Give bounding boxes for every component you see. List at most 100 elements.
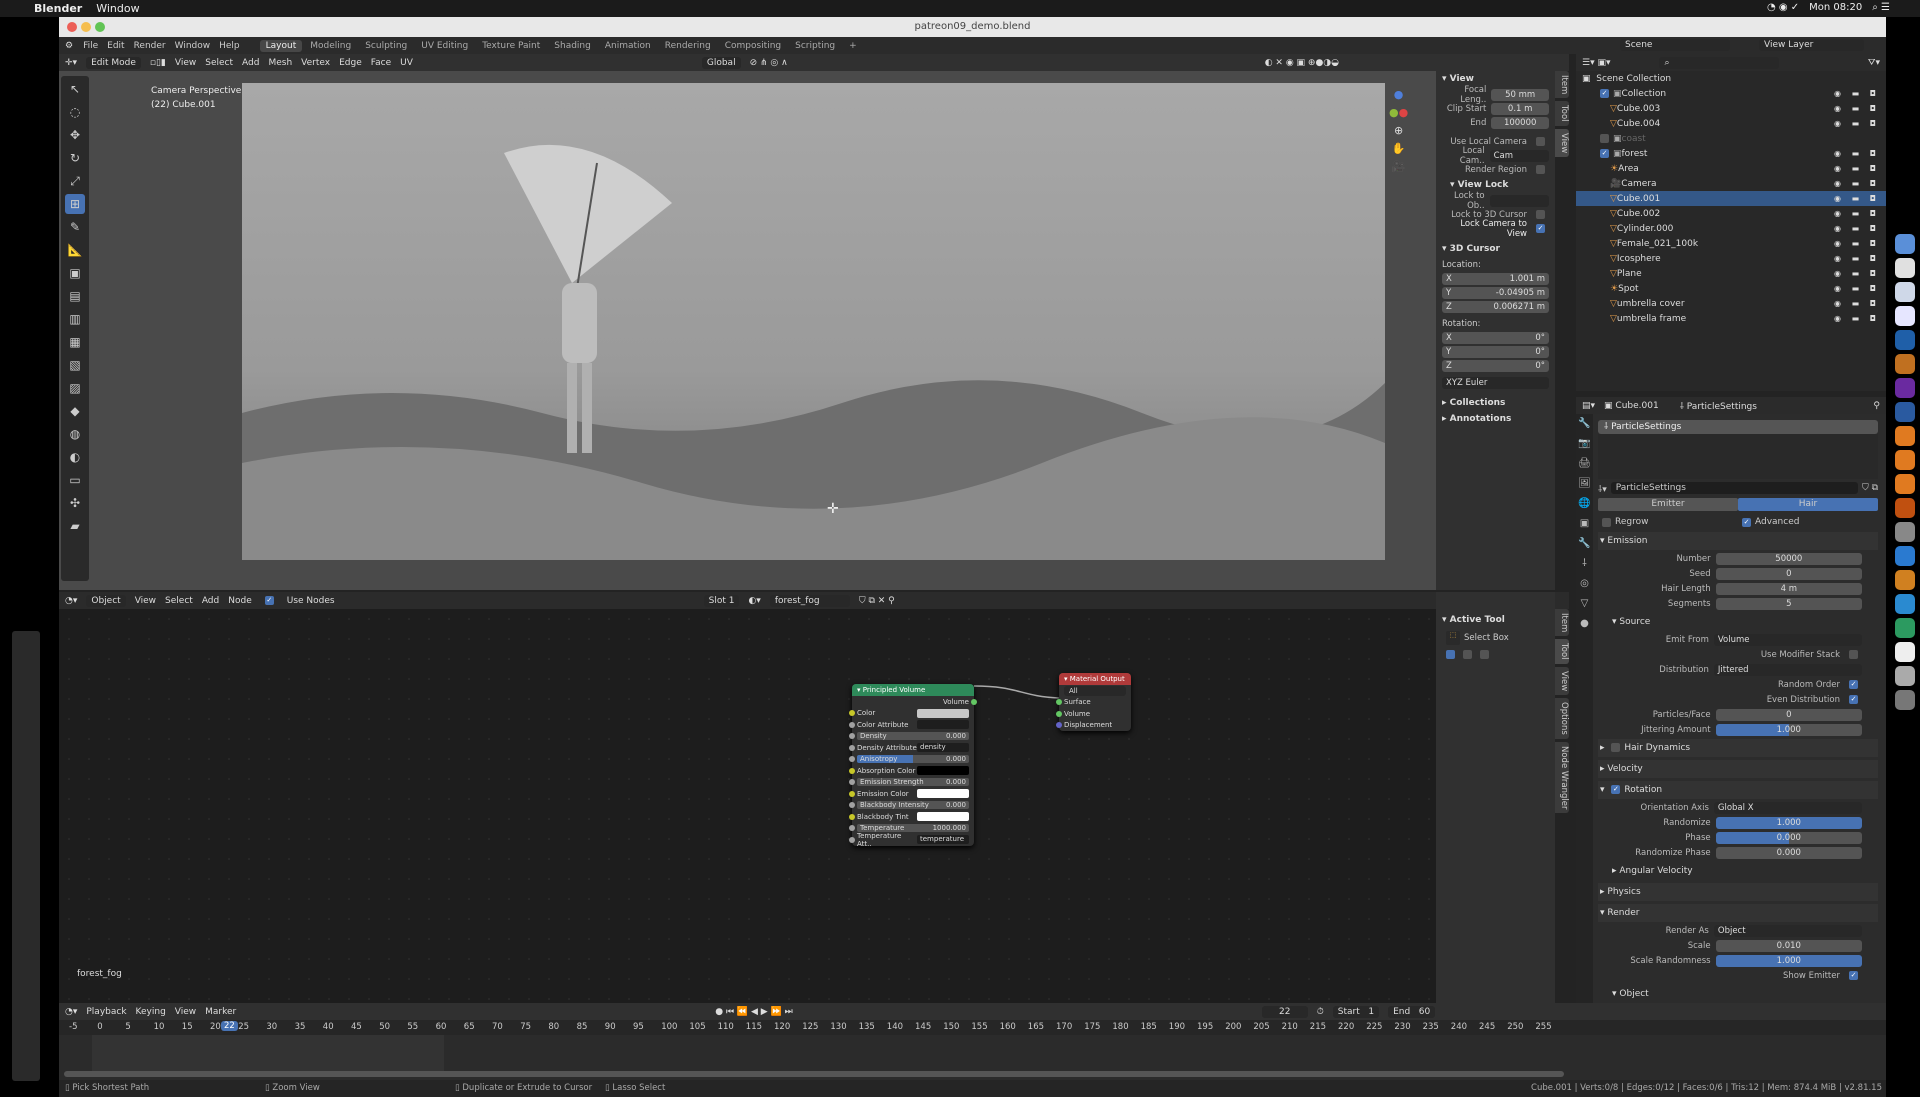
editor-type-icon[interactable]: ◔▾ bbox=[65, 1007, 77, 1017]
section-header-physics[interactable]: ▸ Physics bbox=[1598, 883, 1878, 901]
current-frame-indicator[interactable]: 22 bbox=[221, 1021, 238, 1031]
input-socket[interactable] bbox=[849, 767, 855, 774]
search-icon[interactable]: ⌕ ☰ bbox=[1872, 2, 1890, 13]
node-input-row[interactable]: Temperature Att.. temperature bbox=[849, 832, 974, 848]
window-menu[interactable]: Window bbox=[96, 2, 139, 15]
scale-randomness-field[interactable]: 1.000 bbox=[1715, 954, 1862, 967]
node-input-row[interactable]: Displacement bbox=[1056, 720, 1131, 732]
outliner-item[interactable]: ▽ umbrella cover ◉ ▬ ◘ bbox=[1576, 296, 1886, 311]
dock-app-icon[interactable] bbox=[1895, 306, 1915, 326]
shader-node-editor[interactable]: ▾ Principled Volume Volume Color Color At… bbox=[12, 592, 1569, 1081]
start-frame-field[interactable]: Start 1 bbox=[1332, 1005, 1380, 1018]
rot-z-field[interactable]: Z 0° bbox=[1442, 359, 1549, 372]
number-field[interactable]: 50000 bbox=[1715, 552, 1862, 565]
viewport-menu-view[interactable]: View bbox=[175, 58, 196, 68]
advanced-checkbox[interactable]: ✓ bbox=[1742, 517, 1751, 527]
use-local-camera-checkbox[interactable] bbox=[1536, 137, 1545, 146]
dock-app-icon[interactable] bbox=[1895, 642, 1915, 662]
type-tab-hair[interactable]: Hair bbox=[1738, 498, 1878, 511]
menu-edit[interactable]: Edit bbox=[107, 41, 124, 51]
material-actions[interactable]: ⛉ ⧉ ✕ ⚲ bbox=[859, 596, 895, 606]
clock[interactable]: Mon 08:20 bbox=[1809, 2, 1862, 13]
node-input-row[interactable]: Emission Color bbox=[849, 788, 974, 800]
tool-icon-16[interactable]: ◐ bbox=[65, 447, 85, 467]
visibility-toggles[interactable]: ◉ ▬ ◘ bbox=[1834, 149, 1880, 158]
outliner-item[interactable]: ▽ Plane ◉ ▬ ◘ bbox=[1576, 266, 1886, 281]
input-socket[interactable] bbox=[849, 813, 855, 820]
value-field[interactable]: Anisotropy 0.000 bbox=[857, 755, 969, 764]
node-title[interactable]: ▾ Material Output bbox=[1059, 673, 1131, 685]
timeline[interactable]: ◔▾ Playback Keying View Marker ● ⏮ ⏪ ◀ ▶ ⏩ … bbox=[59, 1003, 1886, 1080]
mode-extend-icon[interactable] bbox=[1463, 650, 1472, 659]
workspace-tab-modeling[interactable]: Modeling bbox=[304, 40, 357, 52]
value-field[interactable]: Emission Strength 0.000 bbox=[857, 778, 969, 787]
dock-app-icon[interactable] bbox=[1895, 546, 1915, 566]
workspace-tab-shading[interactable]: Shading bbox=[548, 40, 597, 52]
attribute-field[interactable] bbox=[917, 720, 969, 730]
wifi-icon[interactable]: ◔ ◉ ✓ bbox=[1767, 2, 1799, 13]
distribution-field[interactable]: Jittered bbox=[1713, 663, 1862, 676]
input-socket[interactable] bbox=[849, 836, 855, 843]
input-socket[interactable] bbox=[849, 802, 855, 809]
navigation-gizmo[interactable]: ● ●● ⊕ ✋ 🎥 bbox=[1389, 86, 1408, 176]
3d-viewport[interactable]: ✛ Camera Perspective (22) Cube.001 ↖ ◌ ✥ ↻ ⤢… bbox=[59, 71, 1569, 590]
outliner-search[interactable]: ⌕ bbox=[1659, 56, 1780, 69]
dock-app-icon[interactable] bbox=[1895, 570, 1915, 590]
lock-camera-checkbox[interactable]: ✓ bbox=[1536, 224, 1545, 233]
viewport-menu-edge[interactable]: Edge bbox=[339, 58, 362, 68]
input-socket[interactable] bbox=[849, 744, 855, 751]
pin-icon[interactable]: ⚲ bbox=[1873, 401, 1880, 411]
tool-icon-12[interactable]: ▧ bbox=[65, 355, 85, 375]
workspace-tab-scripting[interactable]: Scripting bbox=[789, 40, 841, 52]
outliner-item[interactable]: ▽ Female_021_100k ◉ ▬ ◘ bbox=[1576, 236, 1886, 251]
input-socket[interactable] bbox=[1056, 722, 1062, 729]
node-sidebar-tab-item[interactable]: Item bbox=[1555, 609, 1569, 637]
collection-checkbox[interactable]: ✓ bbox=[1600, 89, 1609, 98]
seed-field[interactable]: 0 bbox=[1715, 567, 1862, 580]
input-socket[interactable] bbox=[849, 779, 855, 786]
workspace-tab--[interactable]: + bbox=[843, 40, 863, 52]
tool-icon-15[interactable]: ◍ bbox=[65, 424, 85, 444]
viewport-menu-uv[interactable]: UV bbox=[400, 58, 413, 68]
object-breadcrumb[interactable]: ▣ Cube.001 bbox=[1604, 401, 1659, 411]
volume-output-socket[interactable] bbox=[971, 698, 977, 705]
regrow-checkbox[interactable] bbox=[1602, 517, 1611, 527]
workspace-tab-compositing[interactable]: Compositing bbox=[719, 40, 787, 52]
timeline-menu-view[interactable]: View bbox=[175, 1007, 196, 1017]
node-title[interactable]: ▾ Principled Volume bbox=[852, 684, 974, 696]
3d-cursor-header[interactable]: ▾ 3D Cursor bbox=[1436, 241, 1555, 257]
dock-app-icon[interactable] bbox=[1895, 378, 1915, 398]
tool-icon-18[interactable]: ✣ bbox=[65, 493, 85, 513]
dock-app-icon[interactable] bbox=[1895, 666, 1915, 686]
tool-icon-7[interactable]: 📐 bbox=[65, 240, 85, 260]
use-nodes-checkbox[interactable]: ✓ bbox=[264, 596, 274, 605]
tool-icon-14[interactable]: ◆ bbox=[65, 401, 85, 421]
dock-app-icon[interactable] bbox=[1895, 354, 1915, 374]
close-button[interactable] bbox=[67, 22, 77, 32]
stopwatch-icon[interactable]: ⏱ bbox=[1317, 1007, 1324, 1017]
visibility-toggles[interactable]: ◉ ▬ ◘ bbox=[1834, 89, 1880, 98]
shading-icons[interactable]: ◐ ✕ ◉ ▣ ⊕●◑◒ bbox=[1265, 58, 1339, 68]
section-header-angular-velocity[interactable]: ▸ Angular Velocity bbox=[1598, 862, 1878, 880]
section-header-object[interactable]: ▾ Object bbox=[1598, 985, 1878, 1003]
value-field[interactable]: Blackbody Intensity 0.000 bbox=[857, 801, 969, 810]
section-header-source[interactable]: ▾ Source bbox=[1598, 613, 1878, 631]
frame-ruler[interactable]: -5 0 5 10 15 20 25 30 35 40 45 50 55 60 65 70 75 80 85 90 95… bbox=[59, 1020, 1886, 1035]
tool-icon-5[interactable]: ⊞ bbox=[65, 194, 85, 214]
menu-help[interactable]: Help bbox=[219, 41, 240, 51]
lock-3d-cursor-checkbox[interactable] bbox=[1536, 210, 1545, 219]
tool-icon-3[interactable]: ↻ bbox=[65, 148, 85, 168]
section-header-hair-dynamics[interactable]: ▸ Hair Dynamics bbox=[1598, 739, 1878, 757]
outliner-item[interactable]: ▽ Cylinder.000 ◉ ▬ ◘ bbox=[1576, 221, 1886, 236]
workspace-tab-texture-paint[interactable]: Texture Paint bbox=[476, 40, 546, 52]
node-input-row[interactable]: Surface bbox=[1056, 697, 1131, 709]
section-header-render[interactable]: ▾ Render bbox=[1598, 904, 1878, 922]
node-input-row[interactable]: Absorption Color bbox=[849, 765, 974, 777]
viewport-menu-face[interactable]: Face bbox=[371, 58, 391, 68]
viewport-menu-add[interactable]: Add bbox=[242, 58, 259, 68]
sidebar-tab-tool[interactable]: Tool bbox=[1555, 101, 1569, 126]
playback-controls[interactable]: ● ⏮ ⏪ ◀ ▶ ⏩ ⏭ bbox=[715, 1007, 792, 1017]
node-input-row[interactable]: Emission Strength 0.000 bbox=[849, 777, 974, 789]
tool-icon-8[interactable]: ▣ bbox=[65, 263, 85, 283]
node-sidebar-tab-tool[interactable]: Tool bbox=[1555, 639, 1569, 664]
